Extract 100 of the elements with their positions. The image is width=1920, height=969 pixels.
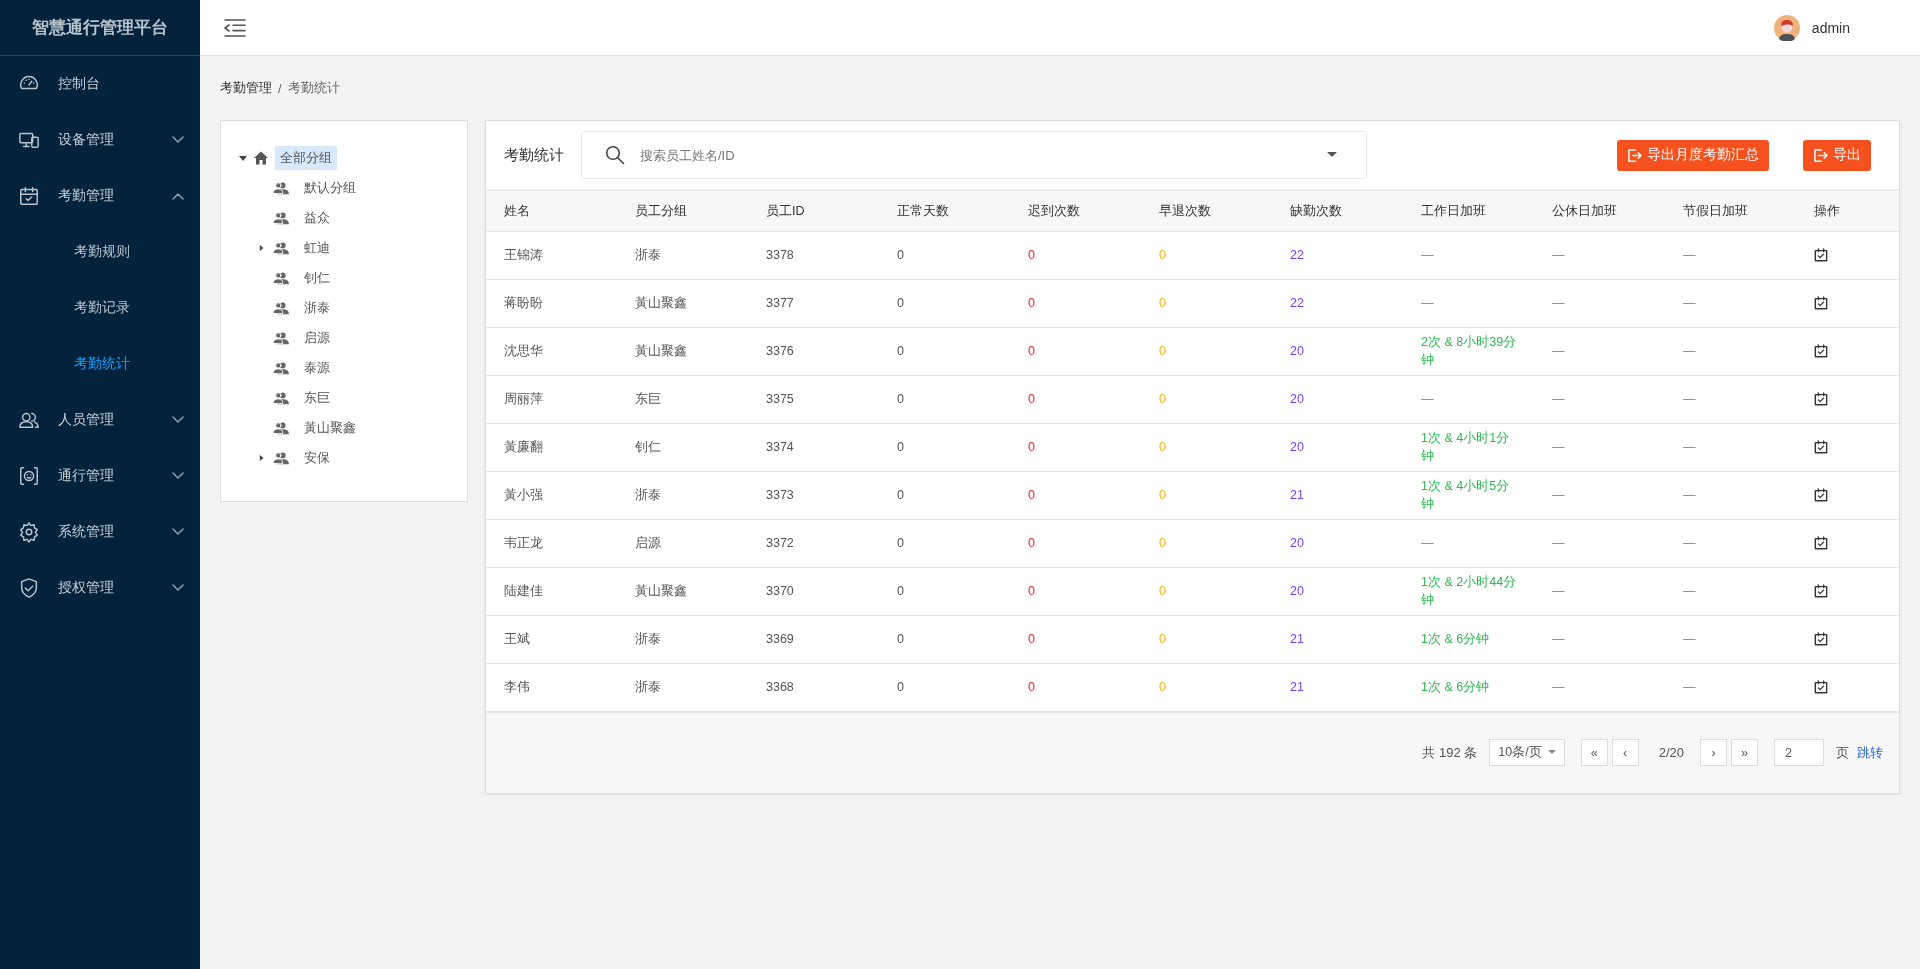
column-header: 正常天数 [879, 191, 1010, 231]
table-cell: 李伟 [486, 663, 617, 711]
group-icon [273, 271, 289, 285]
jump-link[interactable]: 跳转 [1857, 743, 1883, 762]
tree-node[interactable]: 虹迪 [299, 236, 335, 260]
table-cell: 21 [1272, 471, 1403, 519]
table-cell: — [1665, 327, 1796, 375]
first-page-button[interactable]: « [1580, 739, 1608, 766]
tree-node[interactable]: 钊仁 [299, 266, 335, 290]
edit-button[interactable] [1814, 488, 1828, 502]
group-icon [273, 361, 289, 375]
avatar[interactable] [1773, 14, 1800, 41]
table-cell: 浙泰 [617, 471, 748, 519]
edit-button[interactable] [1814, 248, 1828, 262]
table-cell: 0 [1141, 471, 1272, 519]
table-cell: 黃廉翻 [486, 423, 617, 471]
tree-node[interactable]: 泰源 [299, 356, 335, 380]
table-cell: 启源 [617, 519, 748, 567]
table-cell: 0 [1141, 663, 1272, 711]
table-cell: 3369 [748, 615, 879, 663]
table-cell: 0 [879, 519, 1010, 567]
page-input[interactable]: 2 [1774, 739, 1824, 766]
tree-node[interactable]: 东巨 [299, 386, 335, 410]
table-cell: 20 [1272, 519, 1403, 567]
table-cell: 20 [1272, 327, 1403, 375]
table-cell: 22 [1272, 279, 1403, 327]
menu-item[interactable]: 系统管理 [0, 504, 200, 560]
menu-item[interactable]: 控制台 [0, 56, 200, 112]
edit-button[interactable] [1814, 296, 1828, 310]
table-cell: 0 [1141, 423, 1272, 471]
edit-button[interactable] [1814, 440, 1828, 454]
edit-button[interactable] [1814, 392, 1828, 406]
last-page-button[interactable]: » [1731, 739, 1758, 766]
table-cell: — [1665, 231, 1796, 279]
table-cell: 1次 & 4小时1分钟 [1403, 423, 1534, 471]
table-cell: 22 [1272, 231, 1403, 279]
calendar-check-icon [1814, 632, 1828, 646]
edit-button[interactable] [1814, 680, 1828, 694]
tree-node[interactable]: 安保 [299, 446, 335, 470]
table-cell: 0 [879, 231, 1010, 279]
table-cell: 0 [1010, 471, 1141, 519]
table-cell: 浙泰 [617, 231, 748, 279]
table-cell: 0 [1141, 615, 1272, 663]
group-icon [273, 391, 289, 405]
tree-node[interactable]: 全部分组 [275, 146, 337, 170]
column-header: 员工分组 [617, 191, 748, 231]
menu-item[interactable]: 授权管理 [0, 560, 200, 616]
table-cell: — [1403, 231, 1534, 279]
submenu-item[interactable]: 考勤规则 [0, 224, 200, 280]
search-field[interactable]: 搜索员工姓名/ID [581, 131, 1367, 179]
calendar-check-icon [1814, 248, 1828, 262]
table-cell: 1次 & 6分钟 [1403, 663, 1534, 711]
table-cell: 0 [879, 471, 1010, 519]
menu-item[interactable]: 通行管理 [0, 448, 200, 504]
edit-button[interactable] [1814, 632, 1828, 646]
menu-item[interactable]: 人员管理 [0, 392, 200, 448]
table-cell: 20 [1272, 423, 1403, 471]
export-icon [1813, 147, 1828, 163]
edit-button[interactable] [1814, 344, 1828, 358]
submenu-item[interactable]: 考勤记录 [0, 280, 200, 336]
calendar-check-icon [1814, 584, 1828, 598]
search-icon [605, 145, 625, 165]
group-icon [273, 451, 289, 465]
page-size-select[interactable]: 10条/页 [1489, 739, 1565, 766]
table-cell: 0 [1141, 567, 1272, 615]
next-page-button[interactable]: › [1700, 739, 1727, 766]
tree-node[interactable]: 启源 [299, 326, 335, 350]
table-cell: — [1403, 375, 1534, 423]
tree-node[interactable]: 默认分组 [299, 176, 361, 200]
table-cell: 0 [1010, 327, 1141, 375]
tree-node[interactable]: 益众 [299, 206, 335, 230]
user-name[interactable]: admin [1811, 19, 1850, 36]
table-cell: 陆建佳 [486, 567, 617, 615]
breadcrumb-separator: / [278, 80, 282, 96]
table-cell: — [1665, 567, 1796, 615]
menu-item[interactable]: 设备管理 [0, 112, 200, 168]
edit-button[interactable] [1814, 584, 1828, 598]
table-cell: — [1534, 375, 1665, 423]
edit-button[interactable] [1814, 536, 1828, 550]
tree-node[interactable]: 浙泰 [299, 296, 335, 320]
column-header: 公休日加班 [1534, 191, 1665, 231]
column-header: 迟到次数 [1010, 191, 1141, 231]
calendar-check-icon [1814, 488, 1828, 502]
tree-node[interactable]: 黃山聚鑫 [299, 416, 361, 440]
group-icon [273, 331, 289, 345]
table-cell: 3374 [748, 423, 879, 471]
table-cell: 21 [1272, 615, 1403, 663]
table-cell: 3368 [748, 663, 879, 711]
caret-down-icon [1327, 152, 1337, 158]
table-cell: 0 [879, 279, 1010, 327]
table-cell: 1次 & 2小时44分钟 [1403, 567, 1534, 615]
panel-title: 考勤统计 [504, 145, 565, 165]
table-cell: 0 [1010, 663, 1141, 711]
breadcrumb-item[interactable]: 考勤管理 [220, 79, 272, 97]
submenu-item[interactable]: 考勤统计 [0, 336, 200, 392]
menu-item[interactable]: 考勤管理 [0, 168, 200, 224]
previous-page-button[interactable]: ‹ [1611, 739, 1639, 766]
page-unit-label: 页 [1836, 743, 1849, 762]
table-cell: 钊仁 [617, 423, 748, 471]
breadcrumb-item: 考勤统计 [287, 79, 340, 97]
